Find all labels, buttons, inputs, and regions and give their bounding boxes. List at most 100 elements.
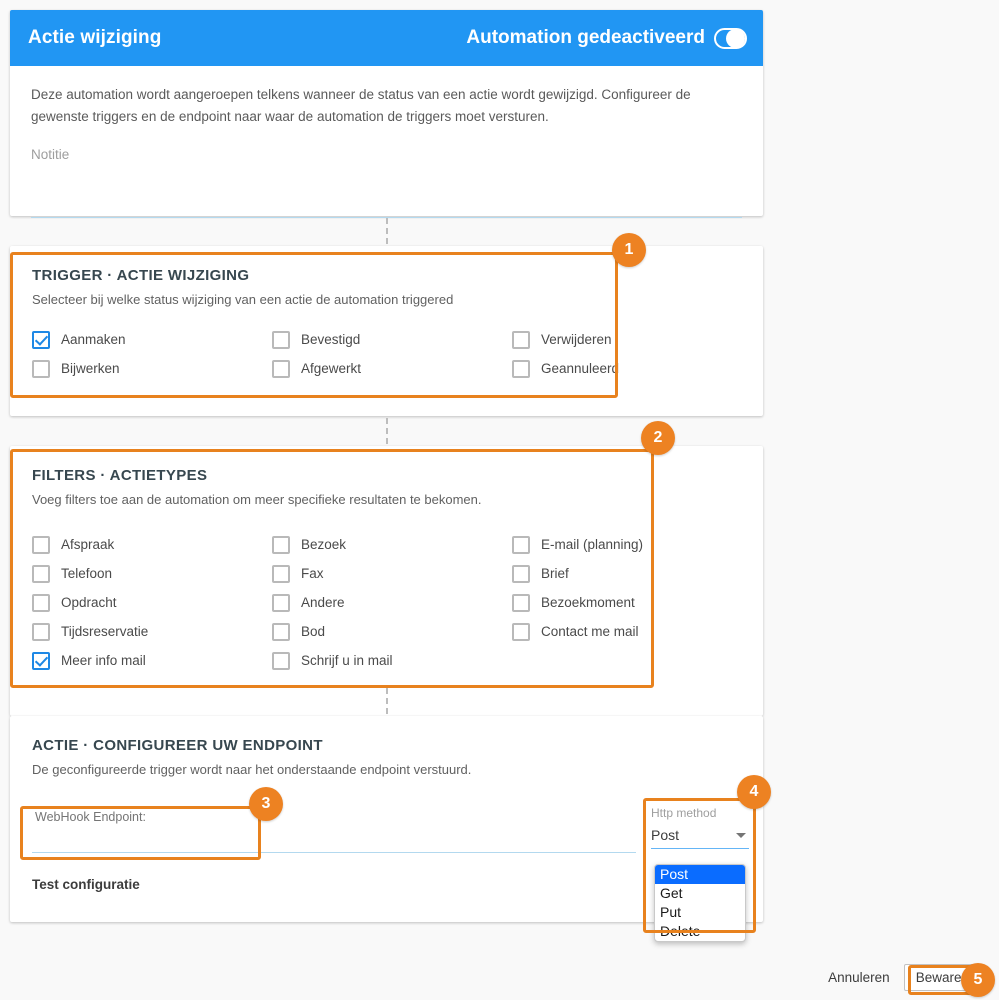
footer-actions: Annuleren Bewaren — [826, 964, 981, 991]
checkbox-contact-me-mail[interactable]: Contact me mail — [512, 622, 742, 641]
checkbox-box[interactable] — [32, 330, 50, 349]
checkbox-label: Tijdsreservatie — [61, 624, 149, 640]
checkbox-andere[interactable]: Andere — [272, 593, 512, 612]
connector-line — [386, 418, 388, 444]
checkbox-bod[interactable]: Bod — [272, 622, 512, 641]
checkbox-label: Afspraak — [61, 537, 115, 553]
step-badge-3: 3 — [249, 787, 283, 821]
filters-card-body: FILTERS · ACTIETYPES Voeg filters toe aa… — [10, 446, 763, 670]
checkbox-box[interactable] — [32, 622, 50, 641]
checkbox-schrijf-u-in-mail[interactable]: Schrijf u in mail — [272, 651, 512, 670]
checkbox-label: Bevestigd — [301, 332, 361, 348]
option-get[interactable]: Get — [655, 884, 745, 903]
checkbox-meer-info-mail[interactable]: Meer info mail — [32, 651, 272, 670]
checkbox-email-planning[interactable]: E-mail (planning) — [512, 535, 742, 554]
page-title: Actie wijziging — [28, 27, 162, 48]
card-header: Actie wijziging Automation gedeactiveerd — [10, 10, 763, 66]
http-method-options-list[interactable]: Post Get Put Delete — [654, 864, 746, 942]
checkbox-bevestigd[interactable]: Bevestigd — [272, 330, 512, 349]
checkbox-afspraak[interactable]: Afspraak — [32, 535, 272, 554]
automation-status-label: Automation gedeactiveerd — [466, 27, 705, 48]
checkbox-brief[interactable]: Brief — [512, 564, 742, 583]
trigger-card: TRIGGER · ACTIE WIJZIGING Selecteer bij … — [10, 246, 763, 416]
checkbox-label: Bezoekmoment — [541, 595, 635, 611]
checkbox-box[interactable] — [512, 593, 530, 612]
filters-card: FILTERS · ACTIETYPES Voeg filters toe aa… — [10, 446, 763, 716]
trigger-card-body: TRIGGER · ACTIE WIJZIGING Selecteer bij … — [10, 246, 763, 378]
intro-description: Deze automation wordt aangeroepen telken… — [31, 87, 691, 124]
checkbox-box[interactable] — [512, 330, 530, 349]
http-method-label: Http method — [651, 806, 717, 820]
trigger-title: TRIGGER · ACTIE WIJZIGING — [32, 267, 250, 284]
checkbox-opdracht[interactable]: Opdracht — [32, 593, 272, 612]
automation-status[interactable]: Automation gedeactiveerd — [466, 27, 747, 49]
action-title: ACTIE · CONFIGUREER UW ENDPOINT — [32, 737, 323, 754]
trigger-subtitle: Selecteer bij welke status wijziging van… — [32, 292, 454, 307]
endpoint-underline — [32, 851, 636, 853]
checkbox-geannuleerd[interactable]: Geannuleerd — [512, 359, 742, 378]
checkbox-label: Meer info mail — [61, 653, 146, 669]
checkbox-afgewerkt[interactable]: Afgewerkt — [272, 359, 512, 378]
http-method-value-row[interactable]: Post — [651, 827, 749, 849]
checkbox-aanmaken[interactable]: Aanmaken — [32, 330, 272, 349]
toggle-off-icon[interactable] — [714, 27, 747, 49]
checkbox-box[interactable] — [272, 622, 290, 641]
checkbox-box[interactable] — [32, 359, 50, 378]
card-body: Deze automation wordt aangeroepen telken… — [10, 66, 763, 218]
automation-overview-card: Actie wijziging Automation gedeactiveerd… — [10, 10, 763, 218]
option-post[interactable]: Post — [655, 865, 745, 884]
checkbox-box[interactable] — [32, 593, 50, 612]
checkbox-label: Telefoon — [61, 566, 113, 582]
note-field[interactable]: Notitie — [31, 146, 742, 218]
endpoint-row — [32, 804, 742, 862]
checkbox-verwijderen[interactable]: Verwijderen — [512, 330, 742, 349]
note-placeholder: Notitie — [31, 146, 70, 162]
checkbox-bijwerken[interactable]: Bijwerken — [32, 359, 272, 378]
checkbox-tijdsreservatie[interactable]: Tijdsreservatie — [32, 622, 272, 641]
checkbox-box[interactable] — [32, 564, 50, 583]
checkbox-label: Opdracht — [61, 595, 117, 611]
checkbox-label: Verwijderen — [541, 332, 612, 348]
checkbox-label: Andere — [301, 595, 345, 611]
option-put[interactable]: Put — [655, 903, 745, 922]
checkbox-label: Fax — [301, 566, 324, 582]
checkbox-box[interactable] — [32, 651, 50, 670]
checkbox-bezoek[interactable]: Bezoek — [272, 535, 512, 554]
checkbox-bezoekmoment[interactable]: Bezoekmoment — [512, 593, 742, 612]
step-badge-5: 5 — [961, 963, 995, 997]
step-badge-1: 1 — [612, 233, 646, 267]
checkbox-box[interactable] — [512, 535, 530, 554]
action-card-body: ACTIE · CONFIGUREER UW ENDPOINT De gecon… — [10, 716, 763, 892]
step-badge-4: 4 — [737, 775, 771, 809]
action-subtitle: De geconfigureerde trigger wordt naar he… — [32, 762, 472, 777]
checkbox-label: E-mail (planning) — [541, 537, 644, 553]
step-badge-2: 2 — [641, 421, 675, 455]
checkbox-label: Afgewerkt — [301, 361, 362, 377]
checkbox-box[interactable] — [32, 535, 50, 554]
checkbox-box[interactable] — [512, 622, 530, 641]
option-delete[interactable]: Delete — [655, 922, 745, 941]
connector-line — [386, 688, 388, 714]
checkbox-box[interactable] — [512, 564, 530, 583]
checkbox-box[interactable] — [272, 593, 290, 612]
checkbox-box[interactable] — [272, 535, 290, 554]
checkbox-telefoon[interactable]: Telefoon — [32, 564, 272, 583]
grid-filler — [512, 652, 742, 670]
checkbox-label: Geannuleerd — [541, 361, 620, 377]
chevron-down-icon[interactable] — [736, 832, 746, 838]
checkbox-box[interactable] — [272, 564, 290, 583]
checkbox-box[interactable] — [272, 651, 290, 670]
cancel-button[interactable]: Annuleren — [826, 966, 892, 989]
checkbox-box[interactable] — [272, 330, 290, 349]
checkbox-label: Bezoek — [301, 537, 347, 553]
webhook-endpoint-input[interactable] — [35, 809, 635, 824]
checkbox-label: Aanmaken — [61, 332, 126, 348]
checkbox-box[interactable] — [512, 359, 530, 378]
http-method-select[interactable]: Http method Post Post Get Put Delete — [651, 806, 749, 942]
checkbox-label: Bijwerken — [61, 361, 120, 377]
checkbox-fax[interactable]: Fax — [272, 564, 512, 583]
test-configuratie-link[interactable]: Test configuratie — [32, 877, 742, 892]
checkbox-label: Schrijf u in mail — [301, 653, 393, 669]
checkbox-label: Contact me mail — [541, 624, 639, 640]
checkbox-box[interactable] — [272, 359, 290, 378]
